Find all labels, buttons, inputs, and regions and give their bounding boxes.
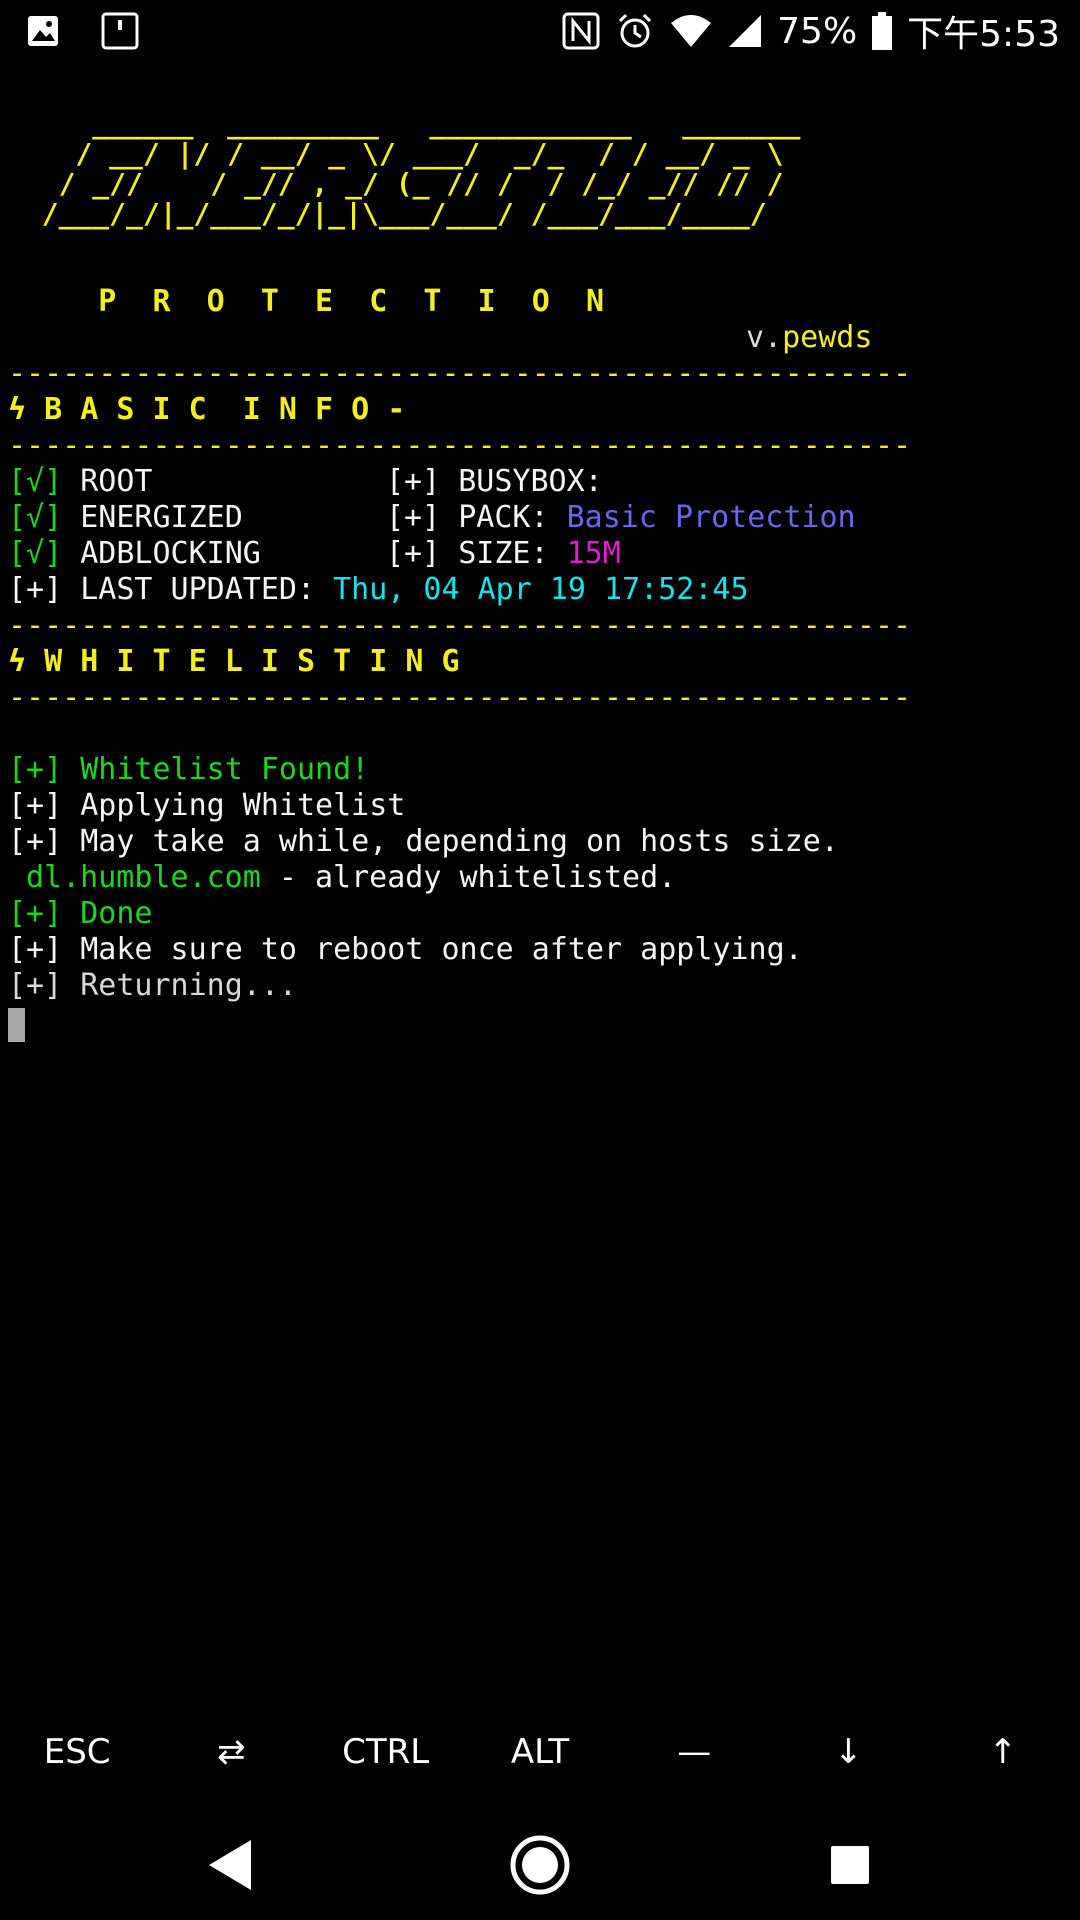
log-text: Applying Whitelist — [80, 788, 406, 823]
log-reboot: [+] Make sure to reboot once after apply… — [8, 932, 803, 968]
separator: ----------------------------------------… — [8, 428, 912, 463]
subtitle-protection: P R O T E C T I O N — [8, 284, 605, 319]
home-icon[interactable] — [500, 1830, 580, 1900]
version-prefix: v. — [746, 320, 783, 355]
log-text: May take a while, depending on hosts siz… — [80, 824, 839, 859]
section-basic-info: ϟ B A S I C I N F O - — [8, 392, 406, 427]
log-text: Returning... — [80, 968, 297, 1003]
check-energized: [√] ENERGIZED — [8, 500, 243, 536]
ascii-banner-line: / _// / _// , _/ (_ // / / /_/ _// // / — [8, 167, 784, 200]
status-right: 75% 下午5:53 — [561, 0, 1060, 62]
ascii-banner-line: / __/ |/ / __/ _ \/ ___/ _/_ / / __/ _ \ — [8, 137, 784, 170]
separator: ----------------------------------------… — [8, 608, 912, 643]
image-icon — [26, 14, 60, 48]
battery-percent: 75% — [777, 10, 858, 52]
check-label: ROOT — [80, 464, 153, 499]
busybox-label: BUSYBOX: — [458, 464, 603, 499]
navigation-bar — [0, 1800, 1080, 1920]
section-whitelisting: ϟ W H I T E L I S T I N G — [8, 644, 460, 679]
key-ctrl[interactable]: CTRL — [309, 1712, 463, 1792]
plus-marker: [+] — [8, 788, 63, 823]
domain-name: dl.humble.com — [26, 860, 261, 895]
log-domain: dl.humble.com - already whitelisted. — [26, 860, 676, 896]
log-done: [+] Done — [8, 896, 153, 932]
ascii-banner-line: /___/_/|_/___/_/|_|\___/___/ /___/___/__… — [8, 197, 767, 230]
log-text: Make sure to reboot once after applying. — [80, 932, 803, 967]
nfc-icon — [561, 11, 601, 51]
size-label: SIZE: — [458, 536, 549, 571]
key-alt[interactable]: ALT — [463, 1712, 617, 1792]
clock: 下午5:53 — [907, 14, 1060, 55]
plus-marker: [+] — [386, 500, 441, 535]
log-text: - already whitelisted. — [260, 860, 677, 895]
pack-label: PACK: — [458, 500, 549, 535]
wifi-icon — [669, 13, 713, 49]
key-dash[interactable]: — — [617, 1712, 771, 1792]
check-label: ADBLOCKING — [80, 536, 261, 571]
separator: ----------------------------------------… — [8, 356, 912, 391]
pack-value: Basic Protection — [566, 500, 856, 535]
sd-card-icon — [100, 11, 140, 51]
key-esc[interactable]: ESC — [0, 1712, 154, 1792]
log-text: Done — [80, 896, 153, 931]
log-applying: [+] Applying Whitelist — [8, 788, 405, 824]
terminal-cursor — [8, 1008, 25, 1042]
extra-keys-row: ESC ⇄ CTRL ALT — ↓ ↑ — [0, 1712, 1080, 1792]
plus-marker: [+] — [8, 896, 63, 931]
ascii-banner-line: ______ _________ ____________ _______ — [8, 107, 801, 140]
check-adblocking: [√] ADBLOCKING — [8, 536, 261, 572]
alarm-icon — [615, 11, 655, 51]
check-mark: [√] — [8, 464, 63, 499]
info-busybox: [+] BUSYBOX: — [386, 464, 603, 500]
plus-marker: [+] — [386, 464, 441, 499]
info-size: [+] SIZE: 15M — [386, 536, 621, 572]
key-up[interactable]: ↑ — [926, 1712, 1080, 1792]
plus-marker: [+] — [8, 932, 63, 967]
log-text: Whitelist Found! — [80, 752, 370, 787]
log-may-take: [+] May take a while, depending on hosts… — [8, 824, 839, 860]
last-updated-label: LAST UPDATED: — [80, 572, 316, 607]
key-tab[interactable]: ⇄ — [154, 1712, 308, 1792]
status-left — [26, 0, 140, 62]
plus-marker: [+] — [8, 824, 63, 859]
status-bar: 75% 下午5:53 — [0, 0, 1080, 62]
last-updated-value: Thu, 04 Apr 19 17:52:45 — [333, 572, 749, 607]
check-label: ENERGIZED — [80, 500, 243, 535]
check-mark: [√] — [8, 500, 63, 535]
log-whitelist-found: [+] Whitelist Found! — [8, 752, 369, 788]
version-label: v.pewds — [746, 320, 872, 356]
info-pack: [+] PACK: Basic Protection — [386, 500, 856, 536]
check-mark: [√] — [8, 536, 63, 571]
plus-marker: [+] — [8, 752, 63, 787]
recents-icon[interactable] — [810, 1830, 890, 1900]
plus-marker: [+] — [386, 536, 441, 571]
size-value: 15M — [566, 536, 621, 571]
battery-icon — [871, 11, 893, 51]
plus-marker: [+] — [8, 968, 63, 1003]
log-returning: [+] Returning... — [8, 968, 297, 1004]
key-down[interactable]: ↓ — [771, 1712, 925, 1792]
version-value: pewds — [782, 320, 873, 355]
check-root: [√] ROOT — [8, 464, 153, 500]
separator: ----------------------------------------… — [8, 680, 912, 715]
signal-icon — [727, 13, 763, 49]
back-icon[interactable] — [190, 1830, 270, 1900]
terminal-view[interactable]: ______ _________ ____________ _______ / … — [8, 100, 1068, 1700]
plus-marker: [+] — [8, 572, 63, 607]
info-last-updated: [+] LAST UPDATED: Thu, 04 Apr 19 17:52:4… — [8, 572, 749, 608]
